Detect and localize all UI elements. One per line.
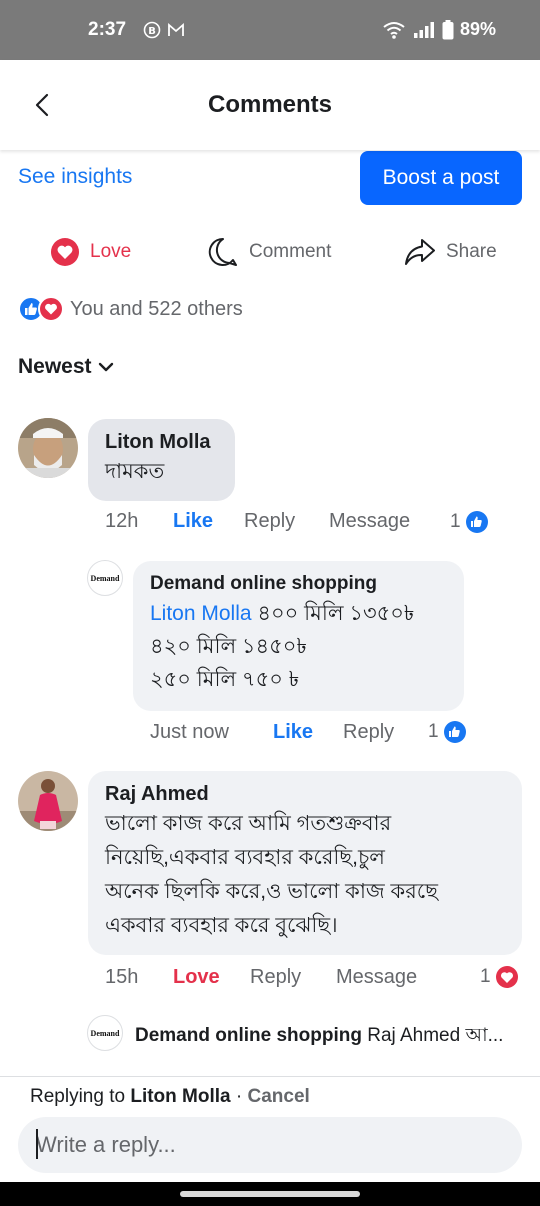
page-avatar[interactable]: Demand: [87, 1015, 123, 1051]
reply-input[interactable]: [18, 1117, 522, 1173]
reply-composer: Replying to Liton Molla · Cancel: [0, 1076, 540, 1182]
reply-author[interactable]: Demand online shopping: [150, 571, 448, 597]
sort-dropdown[interactable]: Newest: [18, 355, 114, 379]
comment-text-line-1: ভালো কাজ করে আমি গতশুক্রবার: [105, 812, 392, 835]
love-label: Love: [90, 241, 132, 262]
system-nav-bar: [0, 1182, 540, 1206]
status-time: 2:37: [88, 19, 127, 40]
reaction-count: 1: [480, 966, 491, 987]
boost-post-button[interactable]: Boost a post: [360, 151, 522, 205]
message-button[interactable]: Message: [329, 510, 410, 533]
reply-button[interactable]: Reply: [343, 721, 394, 744]
share-label: Share: [446, 241, 497, 262]
reply-button[interactable]: Reply: [244, 510, 329, 533]
chevron-down-icon: [98, 362, 113, 372]
page-avatar-text: Demand: [90, 573, 120, 583]
reply-text: Liton Molla ৪০০ মিলি ১৩৫০৳ ৪২০ মিলি ১৪৫০…: [150, 597, 448, 696]
sort-label: Newest: [18, 355, 92, 378]
status-system-icons: 89%: [382, 19, 496, 40]
reply-preview[interactable]: Demand online shopping Raj Ahmed আ...: [135, 1021, 515, 1053]
share-icon: [405, 239, 435, 265]
reply-meta: Just now Like Reply: [150, 721, 394, 744]
reaction-count: 1: [428, 721, 439, 742]
comment-reaction-count[interactable]: 1: [480, 965, 519, 989]
text-cursor: [36, 1129, 38, 1159]
battery-percent: 89%: [459, 19, 496, 39]
avatar[interactable]: [18, 771, 78, 831]
reply-time: Just now: [150, 721, 229, 743]
wifi-icon: [383, 21, 405, 39]
svg-text:B: B: [148, 26, 156, 37]
status-notifications: B: [143, 21, 185, 39]
b-badge-icon: B: [143, 21, 161, 39]
reply-reaction-count[interactable]: 1: [428, 720, 467, 744]
replying-name: Liton Molla: [130, 1086, 231, 1107]
comment-time: 12h: [105, 510, 139, 532]
love-button[interactable]: Love: [173, 966, 250, 989]
status-bar: 2:37 B 89%: [0, 0, 540, 60]
love-reaction-icon: [38, 296, 64, 322]
header: Comments: [0, 60, 540, 150]
reply-bubble[interactable]: Demand online shopping Liton Molla ৪০০ ম…: [133, 561, 464, 711]
message-button[interactable]: Message: [336, 966, 417, 989]
cancel-reply-button[interactable]: Cancel: [248, 1086, 310, 1107]
comment-text: দামকত: [105, 460, 165, 483]
reply-button[interactable]: Reply: [250, 966, 336, 989]
comment-text-line-3: অনেক ছিলকি করে,ও ভালো কাজ করছে: [105, 880, 438, 903]
comment-author[interactable]: Raj Ahmed: [105, 781, 506, 807]
home-handle[interactable]: [180, 1191, 360, 1197]
reaction-count: 1: [450, 511, 461, 532]
reply-text-line-2: ৪২০ মিলি ১৪৫০৳: [150, 635, 307, 658]
comment-label: Comment: [249, 241, 332, 262]
heart-icon: [51, 238, 79, 266]
love-button[interactable]: Love: [50, 232, 131, 272]
reply-mention[interactable]: Liton Molla: [150, 602, 252, 625]
reply-preview-author: Demand online shopping: [135, 1025, 362, 1046]
comment-text: ভালো কাজ করে আমি গতশুক্রবার নিয়েছি,একবা…: [105, 807, 506, 943]
share-button[interactable]: Share: [404, 232, 497, 272]
comment-bubble[interactable]: Raj Ahmed ভালো কাজ করে আমি গতশুক্রবার নি…: [88, 771, 522, 955]
signal-icon: [413, 21, 434, 38]
comment-time: 15h: [105, 966, 139, 988]
like-button[interactable]: Like: [173, 510, 244, 533]
reply-text-line-1: ৪০০ মিলি ১৩৫০৳: [257, 602, 415, 625]
gmail-icon: [168, 23, 184, 36]
comment-button[interactable]: Comment: [207, 232, 331, 272]
reactions-summary-text: You and 522 others: [70, 297, 243, 320]
reaction-badges: [18, 296, 64, 322]
comment-icon: [208, 237, 237, 266]
comment-meta: 12h Like Reply Message: [105, 510, 410, 533]
replying-to-bar: Replying to Liton Molla · Cancel: [30, 1086, 310, 1108]
comment-text-line-4: একবার ব্যবহার করে বুঝেছি।: [105, 914, 338, 937]
reactions-summary[interactable]: You and 522 others: [18, 296, 243, 322]
like-reaction-icon: [465, 511, 488, 533]
reply-text-line-3: ২৫০ মিলি ৭৫০ ৳: [150, 668, 300, 691]
page-avatar-text: Demand: [90, 1028, 120, 1038]
replying-separator: ·: [235, 1086, 243, 1107]
see-insights-link[interactable]: See insights: [18, 165, 132, 189]
battery-icon: [442, 19, 454, 39]
page-title: Comments: [207, 91, 333, 118]
replying-prefix: Replying to: [30, 1086, 126, 1107]
page-avatar[interactable]: Demand: [87, 560, 123, 596]
comment-text-line-2: নিয়েছি,একবার ব্যবহার করেছি,চুল: [105, 846, 385, 869]
like-reaction-icon: [443, 721, 466, 743]
comment-bubble[interactable]: Liton Molla দামকত: [88, 419, 235, 501]
comment-reaction-count[interactable]: 1: [450, 510, 489, 534]
love-reaction-icon: [495, 966, 518, 988]
reply-preview-text: Raj Ahmed আ...: [367, 1025, 504, 1046]
comment-meta: 15h Love Reply Message: [105, 966, 417, 989]
avatar[interactable]: [18, 418, 78, 478]
comment-author[interactable]: Liton Molla: [105, 429, 219, 455]
like-button[interactable]: Like: [273, 721, 343, 744]
